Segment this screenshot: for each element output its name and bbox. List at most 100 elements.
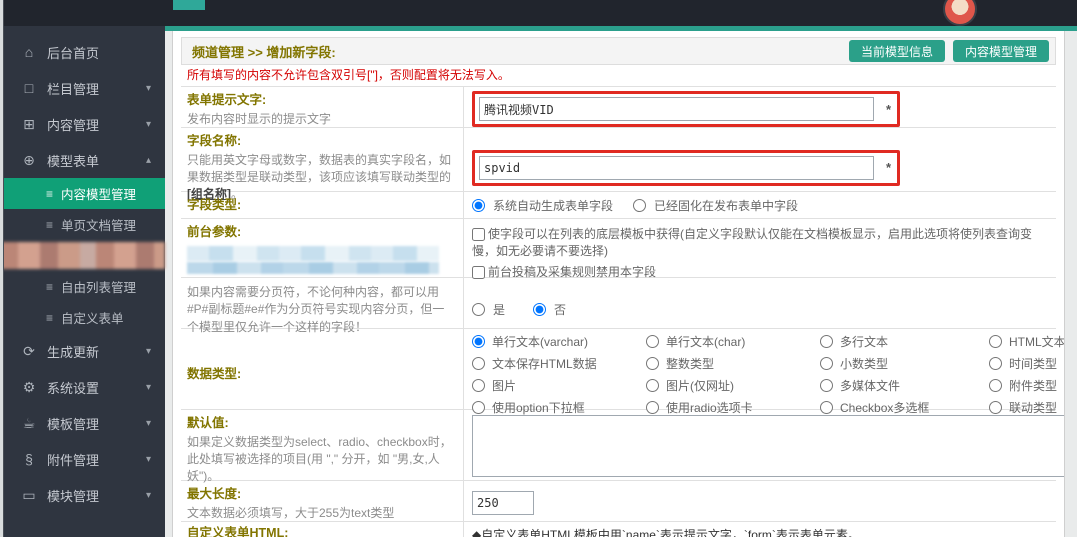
pagebreak-yes[interactable]: 是 (472, 301, 505, 318)
row-datatype: 数据类型: 单行文本(varchar) 单行文本(char) 多行文本 HTML… (181, 329, 1064, 420)
radio-button[interactable] (646, 335, 659, 348)
radio-button[interactable] (820, 379, 833, 392)
paperclip-icon: § (25, 451, 33, 467)
sidebar-item-label: 模板管理 (47, 416, 100, 432)
sidebar-item-template[interactable]: ☕ 模板管理 ▾ (0, 405, 165, 441)
form-warning: 所有填写的内容不允许包含双引号["]，否则配置将无法写入。 (187, 68, 510, 82)
radio-button[interactable] (820, 335, 833, 348)
sidebar-item-system-settings[interactable]: ⚙ 系统设置 ▾ (0, 369, 165, 405)
sidebar-item-attachment[interactable]: § 附件管理 ▾ (0, 441, 165, 477)
main-panel: 频道管理 >> 增加新字段: 当前模型信息 内容模型管理 所有填写的内容不允许包… (172, 31, 1065, 537)
datatype-option[interactable]: 时间类型 (989, 355, 1064, 372)
chevron-down-icon: ▾ (145, 345, 151, 357)
row-default-value: 默认值: 如果定义数据类型为select、radio、checkbox时，此处填… (181, 410, 1064, 490)
sidebar-subitem-content-model[interactable]: ≡ 内容模型管理 (0, 178, 165, 209)
chevron-down-icon: ▾ (145, 417, 151, 429)
sidebar-item-content[interactable]: ⊞ 内容管理 ▾ (0, 106, 165, 142)
max-length-input[interactable] (472, 491, 534, 516)
sidebar-subitem-single-page[interactable]: ≡ 单页文档管理 (0, 209, 165, 240)
row-front-params: 前台参数: 使字段可以在列表的底层模板中获得(自定义字段默认仅能在文档模板显示，… (181, 219, 1056, 284)
default-value-desc: 如果定义数据类型为select、radio、checkbox时，此处填写被选择的… (187, 434, 452, 484)
chevron-up-icon: ▴ (145, 154, 151, 166)
cup-icon: ☕ (22, 414, 36, 431)
datatype-option[interactable]: 单行文本(varchar) (472, 333, 642, 350)
sidebar-item-label: 生成更新 (47, 344, 100, 360)
datatype-option[interactable]: 整数类型 (646, 355, 816, 372)
sidebar-subitem-label: 单页文档管理 (61, 219, 137, 233)
chevron-down-icon: ▾ (145, 453, 151, 465)
sidebar-subitem-label: 自由列表管理 (61, 281, 137, 295)
field-type-label: 字段类型: (187, 198, 242, 212)
sidebar-item-columns[interactable]: □ 栏目管理 ▾ (0, 70, 165, 106)
sidebar-item-label: 模块管理 (47, 488, 100, 504)
breadcrumb: 频道管理 >> 增加新字段: (192, 44, 336, 60)
submenu-icon: ≡ (46, 279, 54, 294)
radio-button[interactable] (633, 198, 647, 212)
sidebar-subitem-label: 内容模型管理 (61, 188, 137, 202)
sidebar-subitem-free-list[interactable]: ≡ 自由列表管理 (0, 271, 165, 302)
custom-form-html-note: ◆自定义表单HTML模板中用`name`表示提示文字，`form`表示表单元素。 (472, 528, 860, 537)
datatype-option[interactable]: HTML文本 (989, 333, 1064, 350)
window-edge (0, 0, 4, 537)
sidebar-item-label: 内容管理 (47, 117, 100, 133)
sidebar-item-label: 栏目管理 (47, 81, 100, 97)
hint-desc: 发布内容时显示的提示文字 (187, 111, 332, 126)
radio-button[interactable] (989, 357, 1002, 370)
datatype-option[interactable]: 图片 (472, 377, 642, 394)
sidebar-subitem-custom-form[interactable]: ≡ 自定义表单 (0, 302, 165, 333)
sidebar-item-module[interactable]: ▭ 模块管理 ▾ (0, 477, 165, 513)
hint-input[interactable] (479, 97, 874, 122)
required-asterisk: * (885, 101, 891, 117)
radio-button[interactable] (472, 302, 485, 316)
sidebar-item-generate[interactable]: ⟳ 生成更新 ▾ (0, 333, 165, 369)
checkbox[interactable] (472, 228, 485, 242)
content-model-manage-button[interactable]: 内容模型管理 (952, 40, 1049, 62)
user-avatar[interactable] (943, 0, 977, 26)
panel-header: 频道管理 >> 增加新字段: 当前模型信息 内容模型管理 (181, 37, 1056, 65)
datatype-option[interactable]: 多媒体文件 (820, 377, 985, 394)
radio-button[interactable] (472, 198, 485, 212)
sidebar-item-home[interactable]: ⌂ 后台首页 (0, 34, 165, 70)
accent-strip (165, 26, 1077, 31)
sidebar-item-label: 附件管理 (47, 452, 100, 468)
submenu-icon: ≡ (46, 217, 54, 232)
datatype-option[interactable]: 单行文本(char) (646, 333, 816, 350)
row-max-length: 最大长度: 文本数据必须填写，大于255为text类型 (181, 481, 1056, 526)
current-model-info-button[interactable]: 当前模型信息 (848, 40, 945, 62)
menu-toggle[interactable] (173, 0, 205, 10)
radio-button[interactable] (646, 379, 659, 392)
front-params-label: 前台参数: (187, 225, 242, 239)
front-param-checkbox-list-template[interactable]: 使字段可以在列表的底层模板中获得(自定义字段默认仅能在文档模板显示，启用此选项将… (472, 225, 1048, 259)
default-value-textarea[interactable] (472, 415, 1064, 477)
field-type-option-fixed[interactable]: 已经固化在发布表单中字段 (633, 197, 798, 214)
radio-button[interactable] (472, 357, 485, 370)
annotation-box-field-name: * (472, 149, 900, 186)
sidebar-item-model-form[interactable]: ⊕ 模型表单 ▴ (0, 142, 165, 178)
datatype-option[interactable]: 附件类型 (989, 377, 1064, 394)
datatype-option[interactable]: 文本保存HTML数据 (472, 355, 642, 372)
radio-button[interactable] (472, 379, 485, 392)
folder-icon: ▭ (22, 486, 36, 503)
chevron-down-icon: ▾ (145, 82, 151, 94)
pagebreak-no[interactable]: 否 (533, 301, 566, 318)
radio-button[interactable] (989, 379, 1002, 392)
row-field-type: 字段类型: 系统自动生成表单字段 已经固化在发布表单中字段 (181, 192, 1056, 219)
datatype-option[interactable]: 图片(仅网址) (646, 377, 816, 394)
row-hint-text: 表单提示文字: 发布内容时显示的提示文字 * (181, 87, 1056, 132)
datatype-option[interactable]: 多行文本 (820, 333, 985, 350)
submenu-icon: ≡ (46, 310, 54, 325)
field-name-input[interactable] (479, 155, 874, 180)
refresh-icon: ⟳ (23, 342, 35, 359)
required-asterisk: * (885, 160, 891, 176)
radio-button[interactable] (472, 335, 485, 348)
redacted-menu-item (0, 242, 165, 269)
radio-button[interactable] (533, 302, 547, 316)
redacted-text (187, 245, 439, 261)
radio-button[interactable] (820, 357, 833, 370)
datatype-option[interactable]: 小数类型 (820, 355, 985, 372)
radio-button[interactable] (646, 357, 659, 370)
max-length-label: 最大长度: (187, 487, 242, 501)
default-value-label: 默认值: (187, 416, 229, 430)
field-type-option-auto[interactable]: 系统自动生成表单字段 (472, 197, 613, 214)
radio-button[interactable] (989, 335, 1002, 348)
